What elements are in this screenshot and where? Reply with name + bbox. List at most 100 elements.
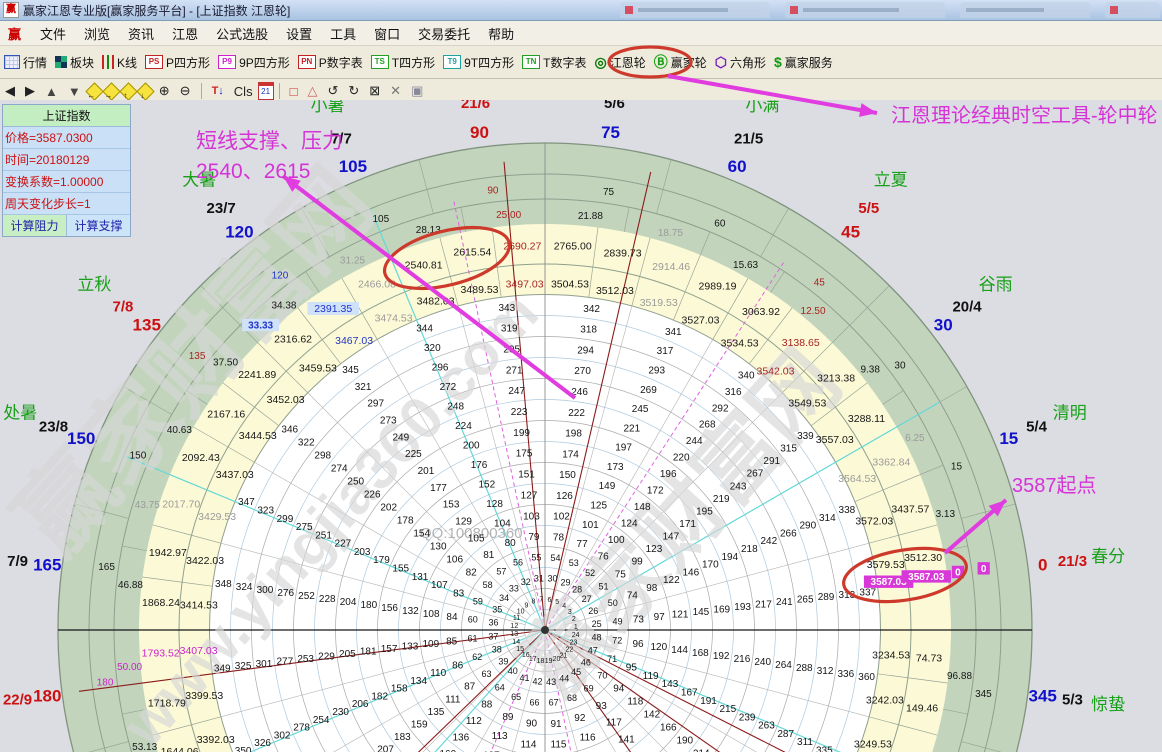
svg-text:77: 77 <box>577 539 589 550</box>
svg-text:87: 87 <box>464 682 476 693</box>
menu-item-0[interactable]: 文件 <box>40 24 66 43</box>
svg-text:3512.03: 3512.03 <box>596 285 634 297</box>
toolbar-item-K线[interactable]: K线 <box>102 54 137 71</box>
svg-text:243: 243 <box>730 481 747 492</box>
svg-text:3459.53: 3459.53 <box>299 362 337 374</box>
toolbar-item-板块[interactable]: 板块 <box>55 54 94 71</box>
square-tool-button[interactable]: □ <box>290 84 298 99</box>
svg-text:3414.53: 3414.53 <box>180 600 218 612</box>
grid-frame-button[interactable]: ⊠ <box>369 83 380 99</box>
toolbar-item-T数字表[interactable]: TNT数字表 <box>522 54 586 71</box>
title-bar: 赢 赢家江恩专业版[赢家服务平台] - [上证指数 江恩轮] <box>0 0 1162 21</box>
menu-item-4[interactable]: 公式选股 <box>216 24 268 43</box>
step-right-button[interactable]: → <box>102 82 120 100</box>
svg-text:219: 219 <box>713 494 730 505</box>
menu-item-6[interactable]: 工具 <box>330 24 356 43</box>
coefficient-field[interactable]: 变换系数=1.00000 <box>3 171 130 193</box>
svg-text:135: 135 <box>428 707 445 718</box>
calc-resistance-button[interactable]: 计算阻力 <box>3 215 67 236</box>
svg-text:3392.03: 3392.03 <box>197 734 235 746</box>
svg-text:267: 267 <box>747 469 764 480</box>
toolbar-item-江恩轮[interactable]: ◎江恩轮 <box>594 54 645 71</box>
svg-text:172: 172 <box>647 486 664 497</box>
toolbar-item-9T四方形[interactable]: T99T四方形 <box>443 54 514 71</box>
svg-text:198: 198 <box>565 429 582 440</box>
rotate-up-button[interactable]: ▲ <box>45 84 58 99</box>
toolbar-item-赢家轮[interactable]: Ⓑ赢家轮 <box>654 54 707 71</box>
board-button[interactable]: ▣ <box>411 83 423 99</box>
toolbar-item-行情[interactable]: 行情 <box>4 54 47 71</box>
rotate-ccw-button[interactable]: ↺ <box>327 83 338 99</box>
toolbar-item-T四方形[interactable]: TST四方形 <box>371 54 435 71</box>
svg-text:90: 90 <box>470 123 489 142</box>
svg-text:273: 273 <box>380 416 397 427</box>
svg-text:197: 197 <box>615 443 632 454</box>
rotate-cw-button[interactable]: ↻ <box>348 83 359 99</box>
step-left-button[interactable]: ← <box>85 82 103 100</box>
svg-text:3512.30: 3512.30 <box>904 552 942 564</box>
svg-text:199: 199 <box>513 428 530 439</box>
pan-right-button[interactable]: ▶ <box>25 83 35 99</box>
triangle-tool-button[interactable]: △ <box>307 83 317 99</box>
svg-text:246: 246 <box>571 387 588 398</box>
toolbar-item-六角形[interactable]: ⬡六角形 <box>715 54 766 71</box>
price-field[interactable]: 价格=3587.0300 <box>3 127 130 149</box>
toolbar-item-P四方形[interactable]: PSP四方形 <box>145 54 210 71</box>
menu-item-2[interactable]: 资讯 <box>128 24 154 43</box>
svg-text:60: 60 <box>714 218 726 229</box>
zoom-in-button[interactable]: ⊕ <box>159 83 170 99</box>
menu-item-8[interactable]: 交易委托 <box>418 24 470 43</box>
toolbar-item-label: 赢家服务 <box>785 54 833 71</box>
svg-text:126: 126 <box>556 491 573 502</box>
svg-text:45: 45 <box>841 223 860 242</box>
cls-button[interactable]: Cls <box>234 84 253 99</box>
svg-text:大暑: 大暑 <box>182 170 216 189</box>
calc-support-button[interactable]: 计算支撑 <box>67 215 130 236</box>
svg-text:85: 85 <box>446 637 458 648</box>
toolbar-item-赢家服务[interactable]: $赢家服务 <box>774 54 833 71</box>
svg-text:132: 132 <box>402 606 419 617</box>
svg-text:3497.03: 3497.03 <box>506 278 544 290</box>
svg-text:123: 123 <box>646 544 663 555</box>
ps-icon: PS <box>145 55 163 69</box>
step-up-button[interactable]: ↑ <box>119 82 137 100</box>
chart-area[interactable]: 赢家财富网www.yingjia360.com赢家财富网QQ:100800360… <box>0 100 1162 752</box>
menu-item-5[interactable]: 设置 <box>286 24 312 43</box>
svg-text:3138.65: 3138.65 <box>782 337 820 349</box>
step-down-button[interactable]: ↓ <box>136 82 154 100</box>
collapse-button[interactable]: ✕ <box>390 83 401 99</box>
menu-item-9[interactable]: 帮助 <box>488 24 514 43</box>
svg-text:1942.97: 1942.97 <box>149 547 187 559</box>
time-field[interactable]: 时间=20180129 <box>3 149 130 171</box>
svg-text:313: 313 <box>839 590 856 601</box>
zoom-out-button[interactable]: ⊖ <box>180 83 191 99</box>
svg-text:348: 348 <box>215 579 232 590</box>
rotate-down-button[interactable]: ▼ <box>68 84 81 99</box>
svg-text:298: 298 <box>314 450 331 461</box>
svg-text:347: 347 <box>238 497 255 508</box>
svg-text:180: 180 <box>360 600 377 611</box>
kline-icon <box>102 55 114 69</box>
svg-text:93: 93 <box>596 701 608 712</box>
menu-item-7[interactable]: 窗口 <box>374 24 400 43</box>
step-field[interactable]: 周天变化步长=1 <box>3 193 130 215</box>
svg-text:54: 54 <box>550 553 560 563</box>
pan-left-button[interactable]: ◀ <box>5 83 15 99</box>
toolbar-item-9P四方形[interactable]: P99P四方形 <box>218 54 290 71</box>
svg-text:7/9: 7/9 <box>7 553 28 570</box>
menu-item-1[interactable]: 浏览 <box>84 24 110 43</box>
svg-text:60: 60 <box>468 615 478 625</box>
svg-text:23/8: 23/8 <box>39 419 68 436</box>
price-axis-button[interactable]: T↓ <box>212 85 224 97</box>
svg-text:63: 63 <box>482 669 492 679</box>
svg-text:28.13: 28.13 <box>416 225 441 236</box>
svg-text:小满: 小满 <box>745 100 779 115</box>
svg-text:149: 149 <box>599 481 616 492</box>
svg-text:335: 335 <box>816 746 833 752</box>
toolbar-item-P数字表[interactable]: PNP数字表 <box>298 54 363 71</box>
gann-wheel: 赢家财富网www.yingjia360.com赢家财富网QQ:100800360… <box>0 100 1162 752</box>
calendar-button[interactable]: 21 <box>258 82 274 100</box>
menu-item-3[interactable]: 江恩 <box>172 24 198 43</box>
svg-text:114: 114 <box>521 739 537 750</box>
svg-text:34.38: 34.38 <box>271 300 296 311</box>
